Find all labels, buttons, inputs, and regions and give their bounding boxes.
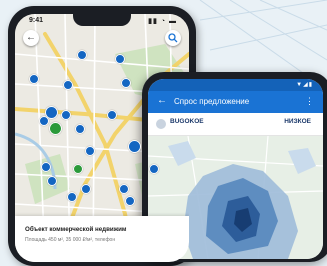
phone-notch: [73, 14, 131, 26]
status-icons: ▮▮ ◔ ▬: [148, 18, 177, 25]
high-demand-label[interactable]: BUGOKOE: [170, 118, 204, 125]
arrow-left-icon: ←: [26, 32, 36, 43]
more-vert-icon[interactable]: ⋮: [305, 96, 314, 107]
map-pin[interactable]: [61, 110, 71, 120]
property-info-card[interactable]: Объект коммерческой недвижим Площадь 450…: [15, 216, 189, 262]
search-icon: [168, 33, 178, 43]
map-pin[interactable]: [67, 192, 77, 202]
avatar: [156, 119, 166, 129]
demand-legend-row: BUGOKOE НИЗКОЕ: [148, 113, 323, 136]
map-pin-green[interactable]: [73, 164, 83, 174]
map-pin-green[interactable]: [49, 122, 62, 135]
low-demand-label[interactable]: НИЗКОЕ: [284, 118, 311, 125]
search-button[interactable]: [165, 30, 181, 46]
map-pin[interactable]: [77, 50, 87, 60]
map-pin[interactable]: [29, 74, 39, 84]
map-pin[interactable]: [115, 54, 125, 64]
map-pin[interactable]: [63, 80, 73, 90]
back-arrow-icon[interactable]: ←: [157, 95, 167, 106]
status-icons: ▼◢▮: [296, 82, 313, 88]
map-pin[interactable]: [119, 184, 129, 194]
back-button[interactable]: ←: [23, 30, 39, 46]
property-details: Площадь 450 м², 35 000 ₽/м², телефон: [25, 237, 116, 243]
screen-title: Спрос предложение: [174, 97, 250, 106]
status-bar: ▼◢▮: [148, 79, 323, 91]
map-pin[interactable]: [41, 162, 51, 172]
app-bar: ← Спрос предложение ⋮: [148, 91, 323, 113]
property-title: Объект коммерческой недвижим: [25, 226, 127, 233]
map-pin[interactable]: [107, 110, 117, 120]
status-time: 9:41: [29, 17, 44, 24]
map-pin[interactable]: [125, 196, 135, 206]
map-pin[interactable]: [39, 116, 49, 126]
map-pin[interactable]: [149, 164, 159, 174]
map-pin[interactable]: [47, 176, 57, 186]
map-pin[interactable]: [121, 78, 131, 88]
map-pin[interactable]: [81, 184, 91, 194]
map-pin[interactable]: [75, 124, 85, 134]
map-pin[interactable]: [85, 146, 95, 156]
map-pin[interactable]: [128, 140, 141, 153]
